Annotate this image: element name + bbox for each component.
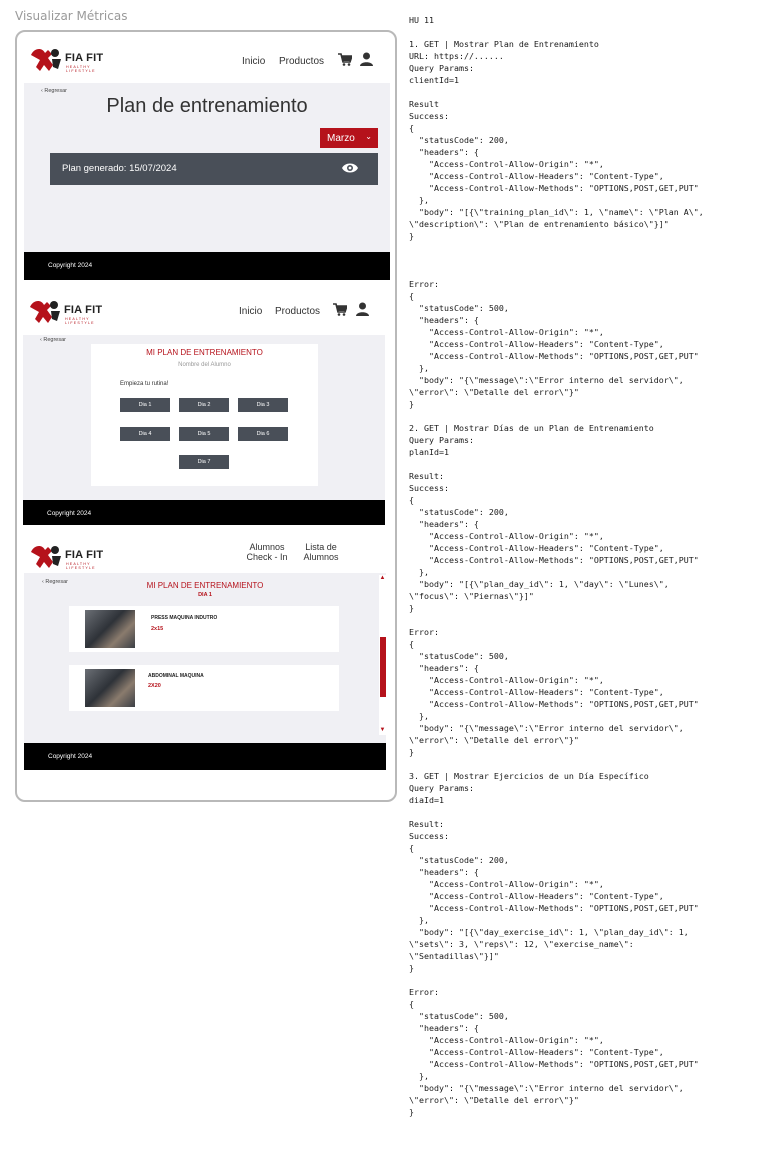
- plan-generated-label: Plan generado: 15/07/2024: [62, 163, 177, 174]
- exercise-name: ABDOMINAL MAQUINA: [148, 673, 204, 679]
- navbar: FIA FIT HEALTHY LIFESTYLE Alumnos Check …: [24, 537, 386, 573]
- exercise-image: [85, 610, 135, 648]
- brand-tagline: HEALTHY LIFESTYLE: [65, 317, 95, 325]
- scrollbar[interactable]: ▲ ▼: [379, 575, 386, 735]
- arrow-down-icon[interactable]: ▼: [379, 727, 386, 733]
- day-button-7[interactable]: Dia 7: [179, 455, 229, 469]
- screen-day-exercises: FIA FIT HEALTHY LIFESTYLE Alumnos Check …: [24, 537, 386, 770]
- footer: Copyright 2024: [24, 252, 390, 280]
- brand-name: FIA FIT: [64, 304, 103, 316]
- exercise-image: [85, 669, 135, 707]
- logo-mark-icon: [31, 546, 61, 568]
- nav-students-checkin-link[interactable]: Alumnos Check - In: [244, 542, 290, 562]
- copyright-text: Copyright 2024: [48, 262, 93, 269]
- api-spec-text: HU 11 1. GET | Mostrar Plan de Entrenami…: [409, 15, 704, 1117]
- back-label: Regresar: [44, 88, 67, 94]
- exercise-card[interactable]: ABDOMINAL MAQUINA 2X20: [69, 665, 339, 711]
- brand-tagline: HEALTHY LIFESTYLE: [66, 562, 96, 570]
- logo-mark-icon: [31, 49, 61, 71]
- user-icon[interactable]: [360, 52, 373, 66]
- logo-mark-icon: [30, 301, 60, 323]
- plan-days-card: MI PLAN DE ENTRENAMIENTO Nombre del Alum…: [91, 344, 318, 486]
- back-link[interactable]: ‹ Regresar: [40, 337, 66, 343]
- user-icon[interactable]: [356, 302, 369, 316]
- cart-icon[interactable]: [338, 53, 352, 66]
- brand-logo[interactable]: FIA FIT HEALTHY LIFESTYLE: [27, 297, 117, 327]
- chevron-down-icon: ⌄: [365, 132, 372, 141]
- day-button-6[interactable]: Dia 6: [238, 427, 288, 441]
- screen-plan-days: FIA FIT HEALTHY LIFESTYLE Inicio Product…: [23, 289, 385, 525]
- navbar: FIA FIT HEALTHY LIFESTYLE Inicio Product…: [24, 37, 390, 83]
- nav-students-list-link[interactable]: Lista de Alumnos: [300, 542, 342, 562]
- day-button-4[interactable]: Dia 4: [120, 427, 170, 441]
- back-link[interactable]: ‹ Regresar: [41, 88, 67, 94]
- nav-home-link[interactable]: Inicio: [239, 306, 262, 317]
- copyright-text: Copyright 2024: [48, 753, 93, 760]
- day-button-1[interactable]: Dia 1: [120, 398, 170, 412]
- screen-plan-overview: FIA FIT HEALTHY LIFESTYLE Inicio Product…: [24, 37, 390, 280]
- eye-icon[interactable]: [342, 162, 358, 174]
- frame-title: Visualizar Métricas: [15, 9, 128, 23]
- exercise-name: PRESS MAQUINA INDUTRO: [151, 615, 218, 621]
- footer: Copyright 2024: [24, 743, 386, 770]
- day-button-3[interactable]: Dia 3: [238, 398, 288, 412]
- day-label: DIA 1: [198, 592, 212, 598]
- plan-title: MI PLAN DE ENTRENAMIENTO: [146, 581, 264, 590]
- card-title: MI PLAN DE ENTRENAMIENTO: [146, 348, 263, 357]
- nav-home-link[interactable]: Inicio: [242, 56, 265, 67]
- arrow-up-icon[interactable]: ▲: [379, 575, 386, 581]
- day-button-5[interactable]: Dia 5: [179, 427, 229, 441]
- brand-tagline: HEALTHY LIFESTYLE: [66, 65, 96, 73]
- brand-logo[interactable]: FIA FIT HEALTHY LIFESTYLE: [28, 542, 118, 572]
- month-select[interactable]: Marzo ⌄: [320, 128, 378, 148]
- exercise-sets: 2x15: [151, 626, 164, 632]
- brand-logo[interactable]: FIA FIT HEALTHY LIFESTYLE: [28, 45, 118, 75]
- page-title: Plan de entrenamiento: [106, 95, 308, 117]
- nav-products-link[interactable]: Productos: [279, 56, 324, 67]
- scroll-thumb[interactable]: [380, 637, 386, 697]
- plan-generated-row[interactable]: Plan generado: 15/07/2024: [50, 153, 378, 185]
- brand-name: FIA FIT: [65, 549, 104, 561]
- copyright-text: Copyright 2024: [47, 510, 92, 517]
- nav-products-link[interactable]: Productos: [275, 306, 320, 317]
- back-label: Regresar: [43, 337, 66, 343]
- student-name: Nombre del Alumno: [178, 362, 231, 368]
- cart-icon[interactable]: [333, 303, 347, 316]
- footer: Copyright 2024: [23, 500, 385, 525]
- exercise-card[interactable]: PRESS MAQUINA INDUTRO 2x15: [69, 606, 339, 652]
- month-label: Marzo: [327, 132, 355, 144]
- navbar: FIA FIT HEALTHY LIFESTYLE Inicio Product…: [23, 289, 385, 335]
- brand-name: FIA FIT: [65, 52, 104, 64]
- exercise-sets: 2X20: [148, 683, 161, 689]
- day-button-2[interactable]: Dia 2: [179, 398, 229, 412]
- start-routine-label: Empieza tu rutina!: [120, 381, 169, 387]
